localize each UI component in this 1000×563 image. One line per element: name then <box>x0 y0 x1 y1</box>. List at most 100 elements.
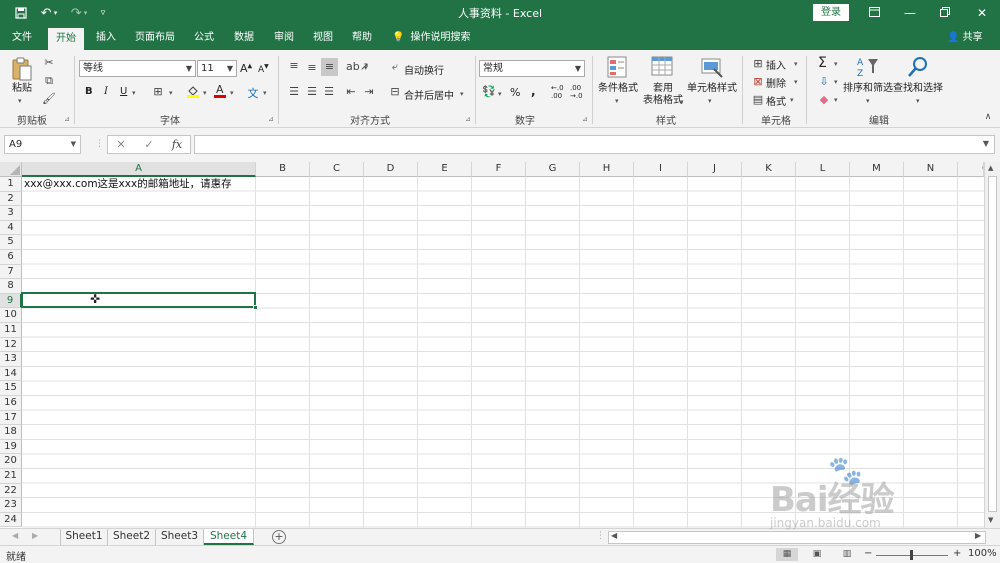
row-header-20[interactable]: 20 <box>0 454 22 469</box>
delete-cells-button[interactable]: 删除 <box>766 75 786 90</box>
tab-review[interactable]: 审阅 <box>266 26 302 50</box>
tab-splitter[interactable]: ⋮ <box>596 531 605 541</box>
format-table-dropdown-icon[interactable]: ▾ <box>680 98 684 106</box>
format-painter-icon[interactable]: 🖌 <box>42 92 56 105</box>
grow-font-button[interactable]: A▲ <box>240 62 252 75</box>
share-button[interactable]: 👤 共享 <box>947 26 983 50</box>
insert-function-icon[interactable]: fx <box>166 136 188 153</box>
conditional-dropdown-icon[interactable]: ▾ <box>615 97 619 105</box>
autosum-button[interactable]: Σ <box>818 55 827 71</box>
row-header-6[interactable]: 6 <box>0 250 22 265</box>
cell-styles-icon[interactable] <box>700 55 724 81</box>
restore-icon[interactable] <box>933 3 957 23</box>
underline-button[interactable]: U <box>120 86 127 97</box>
wrap-text-icon[interactable]: ⤶ <box>389 60 401 74</box>
next-sheet-icon[interactable]: ▶ <box>32 531 38 540</box>
vertical-scroll-thumb[interactable] <box>988 176 997 512</box>
format-cells-icon[interactable]: ▤ <box>752 93 764 106</box>
font-launcher-icon[interactable]: ⊿ <box>268 115 274 123</box>
row-header-14[interactable]: 14 <box>0 366 22 382</box>
delete-cells-icon[interactable]: ⊠ <box>752 75 764 88</box>
column-header-e[interactable]: E <box>418 162 472 177</box>
merge-center-button[interactable]: 合并后居中 <box>404 87 454 102</box>
accounting-format-icon[interactable]: 💱 <box>482 85 496 98</box>
row-header-1[interactable]: 1 <box>0 177 22 192</box>
login-button[interactable]: 登录 <box>813 4 849 21</box>
column-header-c[interactable]: C <box>310 162 364 177</box>
tab-help[interactable]: 帮助 <box>344 26 380 50</box>
tab-page-layout[interactable]: 页面布局 <box>131 26 179 50</box>
format-dropdown-icon[interactable]: ▾ <box>790 96 794 104</box>
row-header-15[interactable]: 15 <box>0 381 22 396</box>
column-header-h[interactable]: H <box>580 162 634 177</box>
align-center-icon[interactable]: ☰ <box>305 85 319 98</box>
number-launcher-icon[interactable]: ⊿ <box>582 115 588 123</box>
delete-dropdown-icon[interactable]: ▾ <box>794 78 798 86</box>
scroll-left-icon[interactable]: ◀ <box>611 531 617 540</box>
middle-align-icon[interactable]: ≡ <box>305 61 319 74</box>
expand-formula-bar-icon[interactable]: ▼ <box>983 139 989 148</box>
orientation-icon[interactable]: ab↗ <box>346 60 369 73</box>
add-sheet-icon[interactable]: + <box>272 530 286 544</box>
close-icon[interactable]: ✕ <box>970 3 994 23</box>
shrink-font-button[interactable]: A▼ <box>258 63 269 75</box>
collapse-ribbon-icon[interactable]: ∧ <box>982 112 994 122</box>
insert-cells-button[interactable]: 插入 <box>766 57 786 72</box>
zoom-level[interactable]: 100% <box>968 548 997 559</box>
font-color-icon[interactable]: A <box>213 83 227 101</box>
row-header-3[interactable]: 3 <box>0 206 22 221</box>
formula-input[interactable]: ▼ <box>194 135 995 154</box>
row-header-16[interactable]: 16 <box>0 396 22 411</box>
sheet-tab-sheet4[interactable]: Sheet4 <box>204 529 254 545</box>
name-box[interactable]: A9 ▼ <box>4 135 81 154</box>
font-size-select[interactable]: 11 ▼ <box>197 60 237 77</box>
wrap-text-button[interactable]: 自动换行 <box>404 62 444 77</box>
sort-filter-icon[interactable]: AZ <box>856 55 880 81</box>
percent-button[interactable]: % <box>510 86 520 99</box>
row-header-10[interactable]: 10 <box>0 308 22 323</box>
row-header-21[interactable]: 21 <box>0 469 22 484</box>
prev-sheet-icon[interactable]: ◀ <box>12 531 18 540</box>
paste-dropdown-icon[interactable]: ▾ <box>18 97 22 105</box>
row-header-5[interactable]: 5 <box>0 235 22 250</box>
clear-dropdown-icon[interactable]: ▾ <box>834 96 838 104</box>
fill-icon[interactable]: ⇩ <box>818 75 830 88</box>
row-header-4[interactable]: 4 <box>0 220 22 236</box>
page-layout-view-icon[interactable]: ▣ <box>806 548 828 561</box>
copy-icon[interactable]: ⧉ <box>42 74 56 88</box>
tab-insert[interactable]: 插入 <box>88 26 124 50</box>
font-color-dropdown-icon[interactable]: ▾ <box>230 89 234 97</box>
enter-icon[interactable]: ✓ <box>138 136 160 153</box>
format-as-table-label-1[interactable]: 套用 <box>642 83 684 95</box>
cell-a1[interactable]: xxx@xxx.com这是xxx的邮箱地址，请惠存 <box>24 177 232 191</box>
insert-cells-icon[interactable]: ⊞ <box>752 57 764 70</box>
decrease-decimal-button[interactable]: .00 →.0 <box>570 84 583 100</box>
merge-dropdown-icon[interactable]: ▾ <box>460 90 464 98</box>
row-header-7[interactable]: 7 <box>0 264 22 280</box>
increase-decimal-button[interactable]: ←.0 .00 <box>551 84 564 100</box>
select-all-button[interactable] <box>0 162 22 177</box>
zoom-slider-knob[interactable] <box>910 550 913 560</box>
sort-filter-button[interactable]: 排序和筛选 <box>842 83 894 95</box>
row-header-13[interactable]: 13 <box>0 352 22 367</box>
row-header-9[interactable]: 9 <box>0 293 22 309</box>
borders-icon[interactable]: ⊞ <box>151 85 165 98</box>
scroll-right-icon[interactable]: ▶ <box>975 531 981 540</box>
conditional-formatting-button[interactable]: 条件格式 <box>596 83 640 95</box>
column-header-l[interactable]: L <box>796 162 850 177</box>
underline-dropdown-icon[interactable]: ▾ <box>132 89 136 97</box>
clear-icon[interactable]: ◆ <box>818 93 830 106</box>
paste-button[interactable]: 粘贴 <box>8 83 36 95</box>
scroll-down-icon[interactable]: ▼ <box>988 516 993 524</box>
comma-button[interactable]: , <box>531 84 536 98</box>
sheet-tab-sheet3[interactable]: Sheet3 <box>156 529 204 545</box>
column-header-k[interactable]: K <box>742 162 796 177</box>
fill-handle[interactable] <box>253 305 258 310</box>
tab-file[interactable]: 文件 <box>4 26 40 50</box>
column-header-d[interactable]: D <box>364 162 418 177</box>
row-header-23[interactable]: 23 <box>0 498 22 513</box>
merge-center-icon[interactable]: ⊟ <box>389 85 401 98</box>
sort-dropdown-icon[interactable]: ▾ <box>866 97 870 105</box>
row-header-11[interactable]: 11 <box>0 323 22 338</box>
cell-styles-dropdown-icon[interactable]: ▾ <box>708 97 712 105</box>
